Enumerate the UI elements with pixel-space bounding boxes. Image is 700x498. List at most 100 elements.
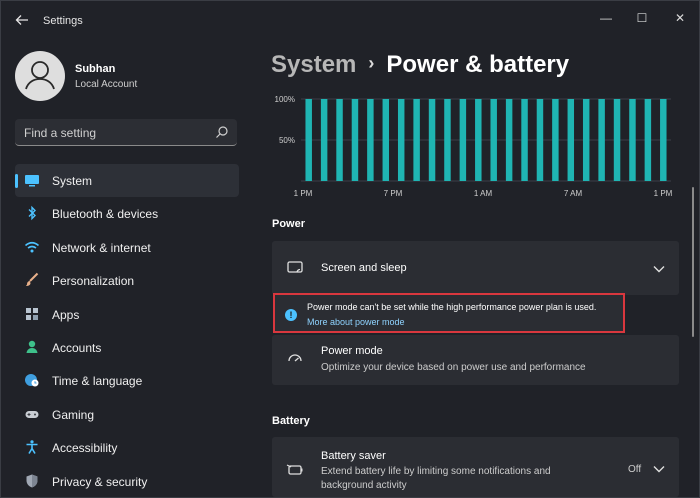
search-icon xyxy=(216,126,228,138)
chart-bar xyxy=(413,99,420,181)
chart-bar xyxy=(382,99,390,181)
close-button[interactable]: ✕ xyxy=(665,8,695,28)
power-mode-help-link[interactable]: More about power mode xyxy=(307,317,405,327)
chart-y-ticks: 100% 50% xyxy=(275,95,295,145)
chart-bar xyxy=(567,99,575,181)
sidebar-item-time-language[interactable]: Time & language xyxy=(15,364,239,397)
search-input[interactable]: Find a setting xyxy=(15,119,237,146)
breadcrumb-parent[interactable]: System xyxy=(271,51,356,78)
sidebar-nav: System Bluetooth & devices Network & int… xyxy=(15,164,239,497)
active-indicator xyxy=(15,174,18,188)
battery-saver-title: Battery saver xyxy=(321,450,386,462)
settings-window: Settings — ☐ ✕ Subhan Local Account Find… xyxy=(0,0,700,498)
battery-saver-subtitle-2: background activity xyxy=(321,480,407,491)
chart-bar xyxy=(351,99,359,181)
sidebar-item-label: Accessibility xyxy=(52,441,118,456)
screen-sleep-card[interactable]: Screen and sleep xyxy=(272,241,679,295)
battery-saver-card[interactable]: Battery saver Extend battery life by lim… xyxy=(272,437,679,497)
chart-x-ticks: 1 PM 7 PM 1 AM 7 AM 1 PM xyxy=(294,189,673,198)
chart-bar xyxy=(644,99,652,181)
x-tick-label: 1 PM xyxy=(654,189,673,198)
avatar[interactable] xyxy=(15,51,65,101)
globe-clock-icon xyxy=(25,374,39,387)
account-type: Local Account xyxy=(75,79,138,90)
wifi-icon xyxy=(24,241,40,253)
chart-bar xyxy=(367,99,374,181)
power-mode-card[interactable]: Power mode Optimize your device based on… xyxy=(272,335,679,385)
sidebar-item-accounts[interactable]: Accounts xyxy=(15,331,239,364)
sidebar-item-label: Personalization xyxy=(52,274,135,289)
x-tick-label: 7 PM xyxy=(384,189,403,198)
chart-bar xyxy=(582,99,590,181)
person-icon xyxy=(26,340,38,353)
minimize-button[interactable]: — xyxy=(591,8,621,28)
shield-icon xyxy=(26,474,38,488)
arrow-left-icon xyxy=(15,15,28,25)
y-tick-label: 100% xyxy=(275,95,295,104)
bluetooth-icon xyxy=(28,206,36,221)
monitor-icon xyxy=(25,175,39,187)
screen-sleep-icon xyxy=(287,261,303,273)
battery-saver-subtitle-1: Extend battery life by limiting some not… xyxy=(321,466,551,477)
x-tick-label: 7 AM xyxy=(564,189,583,198)
scrollbar[interactable] xyxy=(692,187,694,337)
power-mode-icon xyxy=(288,354,302,362)
power-mode-warning: ! Power mode can't be set while the high… xyxy=(273,293,625,333)
screen-sleep-title: Screen and sleep xyxy=(321,262,407,274)
chart-bar xyxy=(490,99,497,181)
sidebar-item-label: Gaming xyxy=(52,407,95,422)
chart-bar xyxy=(660,99,667,181)
sidebar-item-personalization[interactable]: Personalization xyxy=(15,264,239,297)
sidebar-item-privacy-security[interactable]: Privacy & security xyxy=(15,465,239,497)
battery-level-chart: 100% 50% 1 PM 7 PM 1 AM 7 AM 1 PM xyxy=(275,95,673,198)
x-tick-label: 1 AM xyxy=(474,189,493,198)
breadcrumb-separator: › xyxy=(368,53,375,73)
chart-bar xyxy=(459,99,467,181)
chart-bar xyxy=(629,99,636,181)
brush-icon xyxy=(26,272,39,287)
title-bar: Settings — ☐ ✕ xyxy=(1,1,699,41)
sidebar-item-network[interactable]: Network & internet xyxy=(15,231,239,264)
accessibility-icon xyxy=(26,440,38,455)
chart-bar xyxy=(475,99,482,181)
sidebar-item-label: Accounts xyxy=(52,340,102,355)
back-button[interactable] xyxy=(15,13,31,29)
chart-bar xyxy=(505,99,513,181)
power-mode-title: Power mode xyxy=(321,345,383,357)
sidebar-item-apps[interactable]: Apps xyxy=(15,298,239,331)
chevron-down-icon[interactable] xyxy=(653,465,665,473)
warning-text: Power mode can't be set while the high p… xyxy=(307,302,597,312)
sidebar-item-label: Bluetooth & devices xyxy=(52,207,159,222)
sidebar-item-label: System xyxy=(52,174,93,188)
search-placeholder: Find a setting xyxy=(24,126,97,140)
user-name: Subhan xyxy=(75,63,116,75)
sidebar-item-bluetooth[interactable]: Bluetooth & devices xyxy=(15,197,239,230)
sidebar-item-label: Apps xyxy=(52,307,80,322)
sidebar-item-gaming[interactable]: Gaming xyxy=(15,398,239,431)
chart-bar xyxy=(536,99,544,181)
chevron-down-icon[interactable] xyxy=(653,265,665,273)
battery-section-label: Battery xyxy=(272,415,310,427)
user-avatar-icon xyxy=(25,61,55,90)
sidebar-item-label: Time & language xyxy=(52,374,143,389)
sidebar-item-system[interactable]: System xyxy=(15,164,239,198)
app-title: Settings xyxy=(43,15,83,27)
power-mode-subtitle: Optimize your device based on power use … xyxy=(321,362,586,373)
breadcrumb: System › Power & battery xyxy=(271,51,569,79)
maximize-button[interactable]: ☐ xyxy=(627,8,657,28)
y-tick-label: 50% xyxy=(279,136,295,145)
battery-saver-state: Off xyxy=(628,464,642,475)
chart-bar xyxy=(305,99,312,181)
sidebar-item-label: Privacy & security xyxy=(52,474,148,489)
chart-bar xyxy=(521,99,528,181)
apps-icon xyxy=(26,307,38,320)
chart-bar xyxy=(397,99,405,181)
gamepad-icon xyxy=(25,410,39,418)
chart-bar xyxy=(428,99,436,181)
sidebar-item-accessibility[interactable]: Accessibility xyxy=(15,431,239,464)
chart-bar xyxy=(613,99,621,181)
power-section-label: Power xyxy=(272,218,306,230)
battery-saver-icon xyxy=(286,464,303,475)
chart-bar xyxy=(552,99,559,181)
chart-bar xyxy=(336,99,343,181)
